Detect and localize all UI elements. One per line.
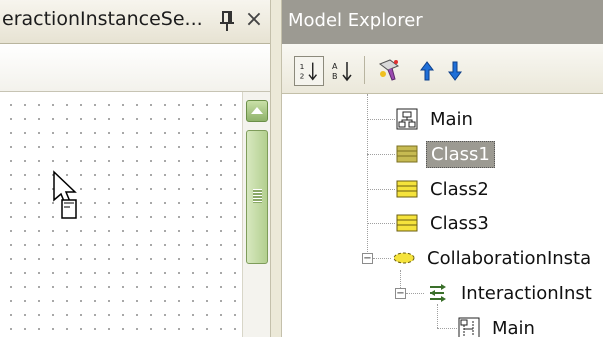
app-window: eractionInstanceSe... × Model Explorer 1… (0, 0, 603, 337)
collaboration-icon (393, 252, 415, 264)
tree-item-label: CollaborationInsta (427, 247, 592, 269)
tree-connector (367, 119, 395, 120)
tree-item-label: Main (430, 108, 473, 130)
toolbar-separator (364, 56, 365, 84)
tree-item-main-child[interactable]: Main (458, 313, 539, 337)
tree-item-class3[interactable]: Class3 (396, 208, 493, 238)
model-explorer-toolbar: 1 2 A B (282, 44, 603, 94)
tree-item-label: Main (492, 317, 535, 337)
scroll-thumb[interactable] (246, 130, 268, 264)
tree-item-label: Class2 (430, 178, 489, 200)
tree-connector (437, 328, 457, 329)
tree-item-label: Class3 (430, 212, 489, 234)
model-explorer-pane: Model Explorer 1 2 A B − − Main Class1 C… (282, 0, 603, 337)
diagram-pane: eractionInstanceSe... × (0, 0, 274, 337)
close-tab-icon[interactable]: × (243, 8, 265, 32)
interaction-icon (430, 284, 446, 302)
svg-text:1: 1 (300, 62, 305, 71)
move-down-icon[interactable] (440, 56, 470, 86)
pin-icon[interactable] (218, 10, 236, 32)
class-icon (396, 145, 418, 163)
pane-splitter[interactable] (270, 0, 282, 337)
tree-item-interaction[interactable]: InteractionInst (427, 278, 596, 308)
diagram-icon (396, 108, 418, 130)
class-icon (396, 214, 418, 232)
collapse-toggle[interactable]: − (395, 288, 406, 299)
diagram-toolbar-strip (0, 44, 274, 92)
diagram-tab-title: eractionInstanceSe... (2, 8, 203, 30)
sort-alpha-icon[interactable]: A B (328, 56, 358, 86)
sort-order-icon[interactable]: 1 2 (294, 56, 324, 86)
class-icon (396, 180, 418, 198)
tree-item-label: InteractionInst (461, 282, 592, 304)
tree-connector (367, 154, 395, 155)
diagram-vertical-scrollbar[interactable] (242, 92, 270, 337)
model-explorer-title: Model Explorer (288, 10, 423, 31)
model-explorer-header[interactable]: Model Explorer (282, 0, 603, 44)
scroll-up-arrow-icon (251, 107, 263, 114)
tree-connector (373, 258, 391, 259)
collapse-toggle[interactable]: − (362, 253, 373, 264)
filter-icon[interactable] (374, 56, 404, 86)
tree-connector (406, 293, 424, 294)
svg-text:B: B (332, 72, 338, 81)
move-up-icon[interactable] (412, 56, 442, 86)
tree-item-class1[interactable]: Class1 (396, 139, 495, 169)
diagram-canvas[interactable] (0, 92, 242, 337)
diagram-icon (458, 317, 480, 337)
tree-item-main[interactable]: Main (396, 104, 477, 134)
mouse-cursor-icon (53, 170, 77, 219)
tree-item-label: Class1 (426, 140, 495, 168)
tree-connector (367, 94, 368, 254)
tree-connector (367, 189, 395, 190)
scroll-grip-icon (253, 189, 262, 203)
svg-text:A: A (332, 62, 338, 71)
model-tree[interactable]: − − Main Class1 Class2 Class3 Collaborat… (282, 94, 603, 337)
tree-item-collaboration[interactable]: CollaborationInsta (393, 243, 595, 273)
tree-item-class2[interactable]: Class2 (396, 174, 493, 204)
tree-connector (367, 223, 395, 224)
diagram-tab-header[interactable]: eractionInstanceSe... × (0, 0, 274, 44)
svg-text:2: 2 (300, 71, 305, 80)
scroll-up-button[interactable] (246, 100, 268, 122)
